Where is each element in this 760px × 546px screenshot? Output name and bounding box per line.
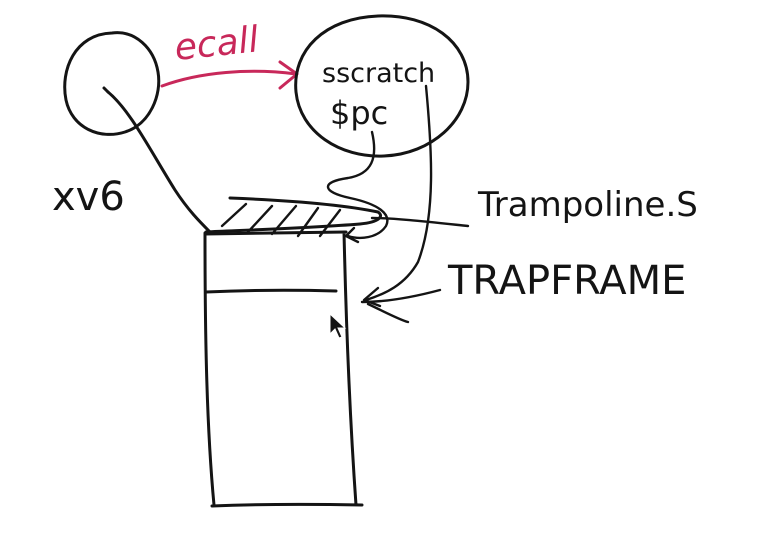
pc-label: $pc [330, 94, 388, 132]
page-stack-box [203, 230, 364, 508]
trapframe-label: TRAPFRAME [447, 258, 686, 304]
sscratch-label: sscratch [322, 58, 435, 89]
user-process-circle [63, 31, 161, 136]
mouse-pointer-icon [329, 312, 347, 339]
trampoline-label: Trampoline.S [477, 185, 698, 225]
trapframe-divider [204, 288, 338, 294]
ecall-arrow [160, 69, 298, 88]
ecall-label: ecall [173, 19, 261, 69]
pc-arrow-head [344, 226, 360, 244]
whiteboard-diagram: ecall sscratch $pc xv6 Trampoline.S TRAP… [52, 14, 698, 508]
trapframe-pointer-tail [366, 302, 410, 324]
xv6-label: xv6 [52, 174, 125, 220]
